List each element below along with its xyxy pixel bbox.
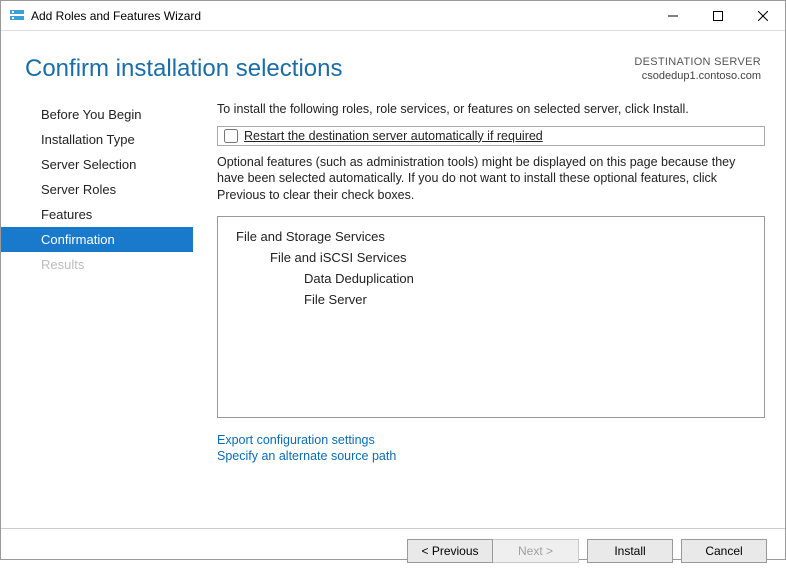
wizard-nav: Before You Begin Installation Type Serve… xyxy=(1,98,193,528)
nav-confirmation[interactable]: Confirmation xyxy=(1,227,193,252)
window-controls xyxy=(650,1,785,30)
app-icon xyxy=(9,8,25,24)
body: Before You Begin Installation Type Serve… xyxy=(1,98,785,528)
restart-row: Restart the destination server automatic… xyxy=(217,126,765,146)
nav-installation-type[interactable]: Installation Type xyxy=(1,127,193,152)
footer-bar: < Previous Next > Install Cancel xyxy=(1,528,785,574)
destination-server: DESTINATION SERVER csodedup1.contoso.com xyxy=(634,55,761,84)
tree-item: File Server xyxy=(230,290,752,311)
optional-features-text: Optional features (such as administratio… xyxy=(217,154,765,205)
previous-button[interactable]: < Previous xyxy=(407,539,493,563)
title-bar: Add Roles and Features Wizard xyxy=(1,1,785,31)
intro-text: To install the following roles, role ser… xyxy=(217,102,765,116)
close-button[interactable] xyxy=(740,1,785,30)
links-area: Export configuration settings Specify an… xyxy=(217,432,765,464)
install-button[interactable]: Install xyxy=(587,539,673,563)
alternate-source-link[interactable]: Specify an alternate source path xyxy=(217,448,765,464)
export-config-link[interactable]: Export configuration settings xyxy=(217,432,765,448)
maximize-button[interactable] xyxy=(695,1,740,30)
destination-server-label: DESTINATION SERVER xyxy=(634,55,761,69)
next-button: Next > xyxy=(493,539,579,563)
nav-server-selection[interactable]: Server Selection xyxy=(1,152,193,177)
header: Confirm installation selections DESTINAT… xyxy=(1,31,785,98)
nav-button-group: < Previous Next > xyxy=(407,539,579,563)
tree-item: File and Storage Services xyxy=(230,227,752,248)
tree-item: Data Deduplication xyxy=(230,269,752,290)
restart-checkbox[interactable] xyxy=(224,129,238,143)
restart-label[interactable]: Restart the destination server automatic… xyxy=(244,129,543,143)
nav-results: Results xyxy=(1,252,193,277)
nav-features[interactable]: Features xyxy=(1,202,193,227)
tree-item: File and iSCSI Services xyxy=(230,248,752,269)
nav-server-roles[interactable]: Server Roles xyxy=(1,177,193,202)
destination-server-value: csodedup1.contoso.com xyxy=(634,69,761,83)
nav-before-you-begin[interactable]: Before You Begin xyxy=(1,102,193,127)
window-title: Add Roles and Features Wizard xyxy=(31,9,650,23)
minimize-button[interactable] xyxy=(650,1,695,30)
main-panel: To install the following roles, role ser… xyxy=(193,98,785,528)
selected-features-box: File and Storage Services File and iSCSI… xyxy=(217,216,765,418)
cancel-button[interactable]: Cancel xyxy=(681,539,767,563)
page-heading: Confirm installation selections xyxy=(25,55,342,83)
